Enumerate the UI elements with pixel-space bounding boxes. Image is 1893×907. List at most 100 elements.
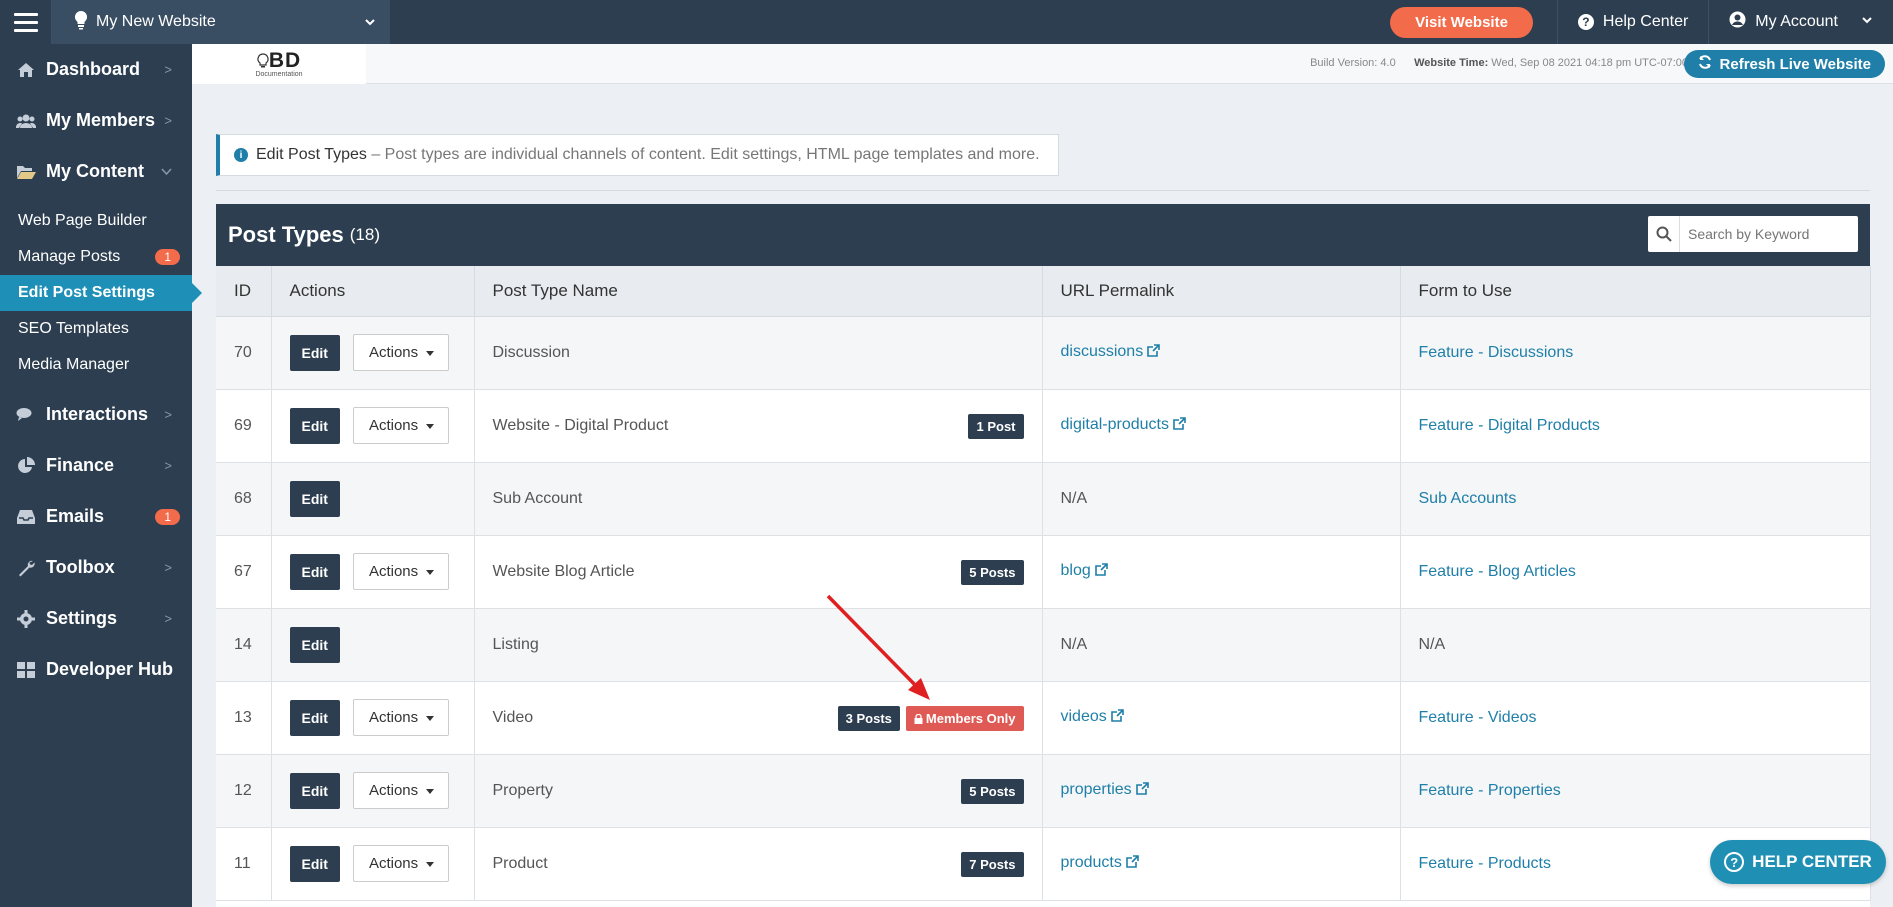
sidebar-item-settings[interactable]: Settings > bbox=[0, 593, 192, 644]
lightbulb-icon bbox=[74, 10, 88, 35]
sidebar-item-emails[interactable]: Emails 1 bbox=[0, 491, 192, 542]
post-type-name: Website Blog Article bbox=[492, 562, 635, 580]
row-actions: Edit bbox=[271, 462, 475, 536]
edit-button[interactable]: Edit bbox=[289, 626, 340, 663]
sidebar-item-my-content[interactable]: My Content bbox=[0, 146, 192, 197]
post-count-badge[interactable]: 7 Posts bbox=[961, 851, 1024, 877]
hamburger-menu-icon[interactable] bbox=[0, 0, 52, 44]
form-link[interactable]: Feature - Products bbox=[1419, 855, 1552, 872]
column-header-name[interactable]: Post Type Name bbox=[474, 266, 1043, 317]
actions-dropdown[interactable]: Actions bbox=[352, 553, 450, 590]
sidebar-item-developer-hub[interactable]: Developer Hub bbox=[0, 644, 192, 695]
sidebar: Dashboard > My Members > My Content Web … bbox=[0, 44, 202, 907]
permalink-text: digital-products bbox=[1060, 416, 1170, 433]
caret-down-icon bbox=[426, 715, 435, 721]
edit-button[interactable]: Edit bbox=[289, 845, 340, 882]
post-types-table: ID Actions Post Type Name URL Permalink … bbox=[216, 266, 1871, 901]
my-account-menu[interactable]: My Account bbox=[1708, 0, 1893, 44]
comments-icon bbox=[16, 407, 36, 423]
post-type-name: Property bbox=[492, 781, 553, 799]
sidebar-item-label: Emails bbox=[46, 506, 105, 526]
panel-title: Post Types bbox=[228, 222, 344, 247]
permalink-link[interactable]: digital-products bbox=[1061, 416, 1187, 433]
visit-website-button[interactable]: Visit Website bbox=[1390, 6, 1533, 38]
sidebar-item-edit-post-settings[interactable]: Edit Post Settings bbox=[0, 275, 202, 311]
form-link[interactable]: Feature - Digital Products bbox=[1419, 417, 1600, 434]
actions-dropdown[interactable]: Actions bbox=[352, 334, 450, 371]
post-count-badge[interactable]: 1 Post bbox=[968, 413, 1024, 439]
help-center-floating-button[interactable]: ? HELP CENTER bbox=[1710, 840, 1886, 884]
actions-dropdown[interactable]: Actions bbox=[352, 845, 450, 882]
row-url: N/A bbox=[1042, 608, 1401, 682]
edit-button[interactable]: Edit bbox=[289, 699, 340, 736]
site-name: My New Website bbox=[96, 13, 216, 30]
search-input[interactable] bbox=[1680, 226, 1850, 242]
permalink-link[interactable]: discussions bbox=[1061, 343, 1161, 360]
sidebar-item-media-manager[interactable]: Media Manager bbox=[0, 347, 192, 383]
permalink-text: properties bbox=[1060, 781, 1132, 798]
post-count-badge[interactable]: 3 Posts bbox=[837, 705, 900, 731]
edit-button[interactable]: Edit bbox=[289, 407, 340, 444]
row-actions: Edit Actions bbox=[271, 827, 475, 901]
permalink-link[interactable]: blog bbox=[1061, 562, 1108, 579]
row-name: Listing bbox=[474, 608, 1043, 682]
actions-label: Actions bbox=[368, 709, 419, 726]
table-row: 14 Edit Listing N/A N/A bbox=[216, 608, 1871, 682]
sidebar-item-seo-templates[interactable]: SEO Templates bbox=[0, 311, 192, 347]
build-version-value: 4.0 bbox=[1380, 57, 1396, 69]
sidebar-item-my-members[interactable]: My Members > bbox=[0, 95, 192, 146]
row-id: 70 bbox=[216, 316, 272, 390]
column-header-id[interactable]: ID bbox=[216, 266, 272, 317]
permalink-link[interactable]: products bbox=[1061, 854, 1139, 871]
search-box[interactable] bbox=[1648, 216, 1858, 252]
edit-button[interactable]: Edit bbox=[289, 334, 340, 371]
bd-logo[interactable]: BD Documentation bbox=[192, 44, 366, 84]
row-id: 14 bbox=[216, 608, 272, 682]
logo-text: BD bbox=[268, 48, 302, 72]
sidebar-item-manage-posts[interactable]: Manage Posts 1 bbox=[0, 239, 192, 275]
actions-dropdown[interactable]: Actions bbox=[352, 407, 450, 444]
column-header-url[interactable]: URL Permalink bbox=[1042, 266, 1401, 317]
edit-button[interactable]: Edit bbox=[289, 772, 340, 809]
sidebar-item-interactions[interactable]: Interactions > bbox=[0, 389, 192, 440]
permalink-link[interactable]: videos bbox=[1061, 708, 1124, 725]
sidebar-item-dashboard[interactable]: Dashboard > bbox=[0, 44, 192, 95]
sidebar-item-web-page-builder[interactable]: Web Page Builder bbox=[0, 203, 192, 239]
post-count-badge[interactable]: 5 Posts bbox=[961, 778, 1024, 804]
actions-label: Actions bbox=[368, 417, 419, 434]
form-link[interactable]: Feature - Blog Articles bbox=[1419, 563, 1576, 580]
actions-label: Actions bbox=[368, 563, 419, 580]
chevron-right-icon: > bbox=[164, 62, 172, 77]
sidebar-item-label: SEO Templates bbox=[18, 320, 129, 337]
form-link[interactable]: Feature - Discussions bbox=[1419, 344, 1574, 361]
chevron-right-icon: > bbox=[164, 560, 172, 575]
post-count-badge[interactable]: 5 Posts bbox=[961, 559, 1024, 585]
permalink-link[interactable]: properties bbox=[1061, 781, 1149, 798]
sidebar-item-label: Manage Posts bbox=[18, 248, 121, 265]
sidebar-item-label: Media Manager bbox=[18, 356, 130, 373]
edit-button[interactable]: Edit bbox=[289, 553, 340, 590]
refresh-label: Refresh Live Website bbox=[1719, 55, 1871, 73]
form-link[interactable]: Feature - Properties bbox=[1419, 782, 1561, 799]
form-link[interactable]: Feature - Videos bbox=[1419, 709, 1537, 726]
edit-button[interactable]: Edit bbox=[289, 480, 340, 517]
sidebar-item-label: Developer Hub bbox=[46, 659, 174, 679]
refresh-live-website-button[interactable]: Refresh Live Website bbox=[1683, 50, 1885, 78]
actions-dropdown[interactable]: Actions bbox=[352, 699, 450, 736]
members-only-badge[interactable]: Members Only bbox=[905, 705, 1024, 731]
panel-count: (18) bbox=[349, 225, 380, 244]
help-center-link[interactable]: ? Help Center bbox=[1556, 0, 1708, 44]
table-row: 12 Edit Actions Property 5 Posts propertie… bbox=[216, 754, 1871, 828]
column-header-form[interactable]: Form to Use bbox=[1400, 266, 1871, 317]
caret-down-icon bbox=[426, 788, 435, 794]
site-selector[interactable]: My New Website bbox=[52, 0, 390, 44]
actions-dropdown[interactable]: Actions bbox=[352, 772, 450, 809]
row-id: 69 bbox=[216, 389, 272, 463]
table-row: 11 Edit Actions Product 7 Posts products F… bbox=[216, 827, 1871, 901]
row-form: Feature - Digital Products bbox=[1400, 389, 1871, 463]
row-url: digital-products bbox=[1042, 389, 1401, 463]
sidebar-item-finance[interactable]: Finance > bbox=[0, 440, 192, 491]
post-type-name: Discussion bbox=[492, 343, 570, 361]
form-link[interactable]: Sub Accounts bbox=[1419, 490, 1517, 507]
sidebar-item-toolbox[interactable]: Toolbox > bbox=[0, 542, 192, 593]
